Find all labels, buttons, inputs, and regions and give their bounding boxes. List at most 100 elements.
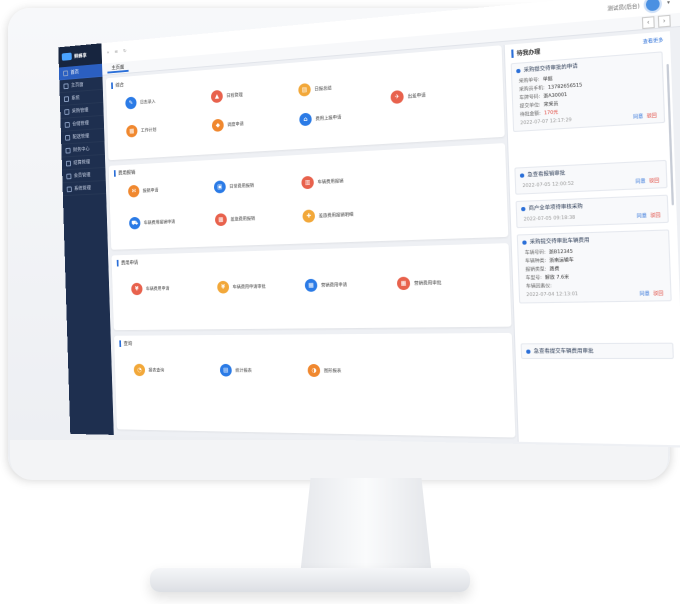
- app-label: 车辆费用报销申请: [143, 219, 176, 226]
- todo-panel: 待我办理 查看更多 采购提交待审批的申请 采购单号: 单据 采购员手机: 13782…: [503, 31, 680, 446]
- view-more-link[interactable]: 查看更多: [643, 37, 664, 45]
- app-tile[interactable]: ▩ 差旅费用报销: [214, 212, 256, 227]
- app-tile[interactable]: ▲ 日程管理: [210, 88, 243, 104]
- app-tile[interactable]: ✈ 出差申请: [390, 88, 426, 105]
- app-tile[interactable]: ▣ 日常费用报销: [213, 179, 254, 194]
- monitor-chin: [10, 440, 668, 480]
- todo-panel-title: 待我办理: [511, 47, 541, 58]
- app-label: 差旅费用报销: [230, 216, 256, 223]
- wallet-icon: [65, 147, 71, 154]
- app-tile[interactable]: ▥ 车辆费用报销: [301, 174, 344, 190]
- app-tile[interactable]: ✚ 差旅费用报销明细: [302, 208, 353, 223]
- marketing-icon: ▦: [304, 278, 318, 292]
- reject-button[interactable]: 驳回: [647, 114, 657, 120]
- app-tile[interactable]: ¥ 车辆费用申请审批: [217, 280, 266, 294]
- chevron-down-icon: ▾: [666, 0, 671, 7]
- todo-item[interactable]: 急查看报销审批 2022-07-05 12:00:52 同意 驳回: [514, 159, 668, 195]
- box-icon: [64, 121, 70, 128]
- todo-icon: [522, 239, 527, 245]
- sidebar-item-label: 配送管理: [72, 133, 90, 141]
- approve-button[interactable]: 同意: [639, 292, 649, 298]
- chevron-right-icon[interactable]: ›: [657, 14, 671, 28]
- app-tile[interactable]: ¥ 车辆费用申请: [131, 282, 169, 296]
- todo-title: 急查看报销审批: [527, 170, 566, 179]
- todo-time: 2022-07-04 12:13:01: [526, 292, 579, 299]
- app-tile[interactable]: ◔ 报表查询: [133, 363, 165, 377]
- app-tile[interactable]: ✉ 报销申请: [127, 184, 159, 198]
- app-tile[interactable]: ▤ 统计报表: [219, 363, 252, 377]
- todo-item[interactable]: 急查看提交车辆费用审批: [520, 342, 674, 360]
- yuan-icon: ¥: [217, 280, 230, 294]
- sidebar-item-label: 仓储管理: [72, 120, 89, 128]
- reject-button[interactable]: 驳回: [653, 292, 663, 298]
- tab-nav: ‹ ›: [641, 14, 671, 30]
- app-tile[interactable]: ▦ 工作计划: [126, 123, 157, 138]
- todo-time: 2022-07-07 12:17:29: [520, 117, 572, 127]
- approve-button[interactable]: 同意: [635, 179, 645, 185]
- sidebar-item-label: 结算管理: [73, 159, 91, 167]
- sidebar-item-label: 采购管理: [71, 107, 89, 115]
- todo-item[interactable]: 采购提交待审批的申请 采购单号: 单据 采购员手机: 13782656515 车牌号…: [510, 51, 666, 133]
- section-title: 费用报销: [113, 169, 136, 177]
- app-name: 鲜蜂享: [74, 52, 87, 60]
- reject-button[interactable]: 驳回: [650, 213, 660, 219]
- app-tile[interactable]: ✎ 日志录入: [125, 95, 156, 110]
- app-label: 出差申请: [407, 92, 426, 100]
- scrollbar[interactable]: [666, 63, 674, 206]
- app-label: 报销申请: [142, 188, 159, 194]
- app-label: 费用上报申请: [315, 115, 342, 122]
- logo-icon: [61, 52, 72, 61]
- sidebar-item-label: 会员管理: [73, 172, 91, 179]
- todo-item[interactable]: 商户全单项待审核采购 2022-07-05 09:18:38 同意 驳回: [515, 194, 669, 229]
- app-tile[interactable]: ◑ 图形报表: [307, 364, 342, 377]
- section-title: 费用申请: [116, 259, 139, 267]
- section-title: 查询: [119, 340, 133, 347]
- app-tile[interactable]: ▤ 日报总结: [298, 81, 332, 97]
- gear-icon: [66, 185, 72, 192]
- app-tile[interactable]: ▦ 营销费用审批: [396, 276, 442, 291]
- todo-icon: [526, 349, 531, 354]
- report-icon: ▤: [298, 82, 311, 97]
- app-tile[interactable]: ⛟ 车辆费用报销申请: [128, 215, 176, 230]
- approve-button[interactable]: 同意: [633, 115, 643, 121]
- approve-icon: ▦: [396, 276, 411, 291]
- app-label: 营销费用审批: [413, 280, 442, 287]
- chevron-left-icon[interactable]: ‹: [641, 16, 655, 30]
- section-card: 费用报销 ✉ 报销申请 ▣ 日常费用报销 ▥ 车辆费用报销 ⛟ 车辆费用报销申请 ▩ 差旅…: [108, 143, 509, 250]
- stats-icon: ▤: [219, 363, 232, 377]
- app-label: 报表查询: [148, 368, 165, 373]
- monitor-stand-base: [150, 568, 470, 592]
- refresh-icon[interactable]: ↻: [123, 48, 127, 54]
- tab-home[interactable]: 主页面: [107, 62, 129, 74]
- app-label: 图形报表: [323, 368, 342, 374]
- user-name: 测试员(后台): [607, 2, 640, 13]
- app-tile[interactable]: ▦ 营销费用申请: [304, 278, 348, 292]
- sidebar-item-settings[interactable]: 系统管理: [62, 180, 107, 197]
- approve-button[interactable]: 同意: [637, 214, 647, 220]
- truck-icon: [65, 134, 71, 141]
- monitor-stand-neck: [300, 478, 432, 576]
- mail-icon: ✉: [127, 184, 140, 198]
- travel-icon: ✈: [390, 89, 404, 105]
- screen: 鲜蜂享 首页 主页面 系统 采购管理 仓储管理 配送管理 财务中心 结算管理 会…: [58, 0, 680, 448]
- sidebar-item-label: 系统管理: [74, 185, 91, 192]
- avatar[interactable]: [643, 0, 663, 14]
- app-tile[interactable]: ◆ 调度申请: [211, 117, 244, 132]
- app-tile[interactable]: ⌂ 费用上报申请: [299, 111, 341, 127]
- todo-icon: [519, 172, 525, 178]
- detail-icon: ✚: [302, 209, 316, 223]
- home-icon: [63, 69, 69, 76]
- truck-icon: ⛟: [128, 216, 141, 230]
- app-label: 调度申请: [227, 121, 244, 128]
- menu-icon[interactable]: ≡: [114, 49, 118, 55]
- todo-item[interactable]: 采购提交待审批车辆费用 车辆号码: 浙B12345 车辆种类: 浙南运输车 报销类型…: [516, 229, 672, 304]
- pie-chart-icon: ◑: [307, 364, 321, 377]
- collapse-icon[interactable]: «: [107, 50, 110, 56]
- section-card: 查询 ◔ 报表查询 ▤ 统计报表 ◑ 图形报表: [114, 332, 516, 438]
- yuan-icon: ¥: [131, 282, 143, 296]
- app-label: 工作计划: [140, 127, 157, 134]
- calc-icon: [65, 160, 72, 167]
- reject-button[interactable]: 驳回: [649, 179, 659, 185]
- sidebar-item-label: 财务中心: [72, 146, 90, 154]
- app-label: 日志录入: [139, 99, 156, 106]
